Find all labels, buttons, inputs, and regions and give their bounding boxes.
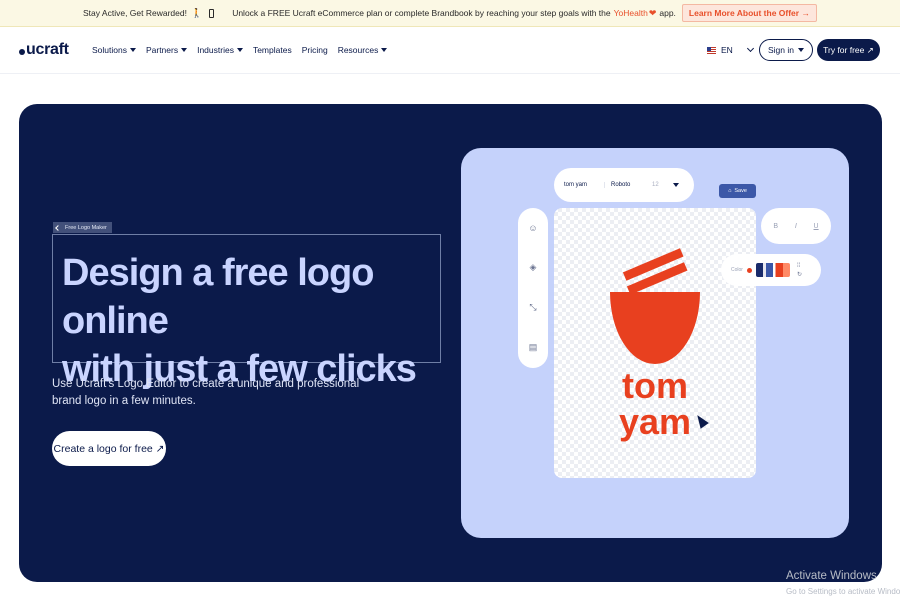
nav-item-industries[interactable]: Industries [197,45,243,55]
nav-item-resources[interactable]: Resources [338,45,388,55]
nav-item-solutions[interactable]: Solutions [92,45,136,55]
logo-canvas: tom yam [554,208,756,478]
text-value-field: tom yam [564,182,588,188]
hero-subtext: Use Ucraft's Logo Editor to create a uni… [52,378,360,407]
sign-in-button[interactable]: Sign in [759,39,813,61]
nav-item-pricing[interactable]: Pricing [302,45,328,55]
activate-windows-title: Activate Windows [786,570,877,582]
headline-line-1: Design a free logo online [62,252,374,342]
promo-brand-link[interactable]: YoHealth [614,8,648,18]
shapes-icon: ◈ [529,261,537,272]
logo-word-1: tom [622,365,688,406]
nav-label: Partners [145,45,179,55]
caret-down-icon [236,48,243,52]
promo-bar: Stay Active, Get Rewarded! 🚶 Unlock a FR… [0,0,900,27]
color-swatch [746,267,752,273]
language-label: EN [721,45,733,55]
heart-icon: ❤ [648,7,657,18]
resize-icon: ⤡ [529,302,537,313]
activate-windows-subtitle: Go to Settings to activate Windows. [786,587,900,596]
us-flag-icon [707,46,716,54]
logo-dot-icon [19,49,25,55]
editor-sidebar: ☺ ◈ ⤡ ▤ [518,208,548,368]
caret-down-icon [672,183,679,187]
nav-label: Pricing [301,45,328,55]
italic-icon: I [794,222,797,230]
underline-icon: U [813,222,819,230]
editor-toolbar: tom yam Roboto 12 [554,168,694,202]
grid-icon: ⁞⁞ [796,262,801,269]
palette-controls: ⁞⁞ ↻ [797,263,802,278]
caret-down-icon [129,48,136,52]
refresh-icon: ↻ [796,271,802,278]
headline-box: Design a free logo online with just a fe… [52,234,441,390]
bowl-shape [610,292,700,364]
learn-more-offer-button[interactable]: Learn More About the Offer → [681,4,817,22]
nav-menu: Solutions Partners Industries Templates … [92,45,388,55]
tom-yam-logo: tom yam [610,248,700,442]
caret-down-icon [798,48,804,52]
logo-text: ucraft [26,41,69,58]
color-palette [755,263,790,277]
back-arrow-icon [55,224,61,231]
main-nav: ucraft Solutions Partners Industries Tem… [0,27,900,74]
save-button: ⌂ Save [719,184,756,198]
sign-in-label: Sign in [768,45,794,55]
text-style-panel: B I U [761,208,831,244]
create-logo-button[interactable]: Create a logo for free ↗ [52,431,166,466]
try-for-free-button[interactable]: Try for free ↗ [817,39,880,61]
ucraft-logo[interactable]: ucraft [19,41,69,59]
logo-editor-preview: tom yam Roboto 12 ⌂ Save ☺ ◈ ⤡ ▤ tom yam [461,148,849,538]
free-logo-maker-tag[interactable]: Free Logo Maker [53,222,112,233]
nav-item-templates[interactable]: Templates [253,45,292,55]
caret-down-icon [181,48,188,52]
nav-label: Resources [337,45,379,55]
font-size-field: 12 [652,182,659,188]
promo-text-2: Unlock a FREE Ucraft eCommerce plan or c… [232,8,611,18]
promo-text-1: Stay Active, Get Rewarded! [83,8,187,18]
hero-section: Free Logo Maker Design a free logo onlin… [19,104,882,582]
chevron-down-icon [746,44,754,53]
tag-label: Free Logo Maker [65,224,107,231]
nav-label: Templates [252,45,292,55]
save-label: Save [734,188,747,194]
caret-down-icon [381,48,388,52]
language-selector[interactable]: EN [707,44,754,55]
font-selector: Roboto [604,182,644,188]
phone-icon [209,8,215,18]
walking-person-icon: 🚶 [190,7,203,18]
color-label: Color [731,267,743,273]
layout-icon: ▤ [528,342,538,353]
nav-label: Industries [197,45,234,55]
home-icon: ⌂ [728,188,732,194]
nav-item-partners[interactable]: Partners [145,45,188,55]
color-panel: Color ⁞⁞ ↻ [721,254,821,286]
bold-icon: B [773,222,779,230]
emoji-icon: ☺ [528,222,538,233]
promo-text-3: app. [659,8,676,18]
nav-label: Solutions [92,45,127,55]
logo-word-2: yam [619,401,691,442]
